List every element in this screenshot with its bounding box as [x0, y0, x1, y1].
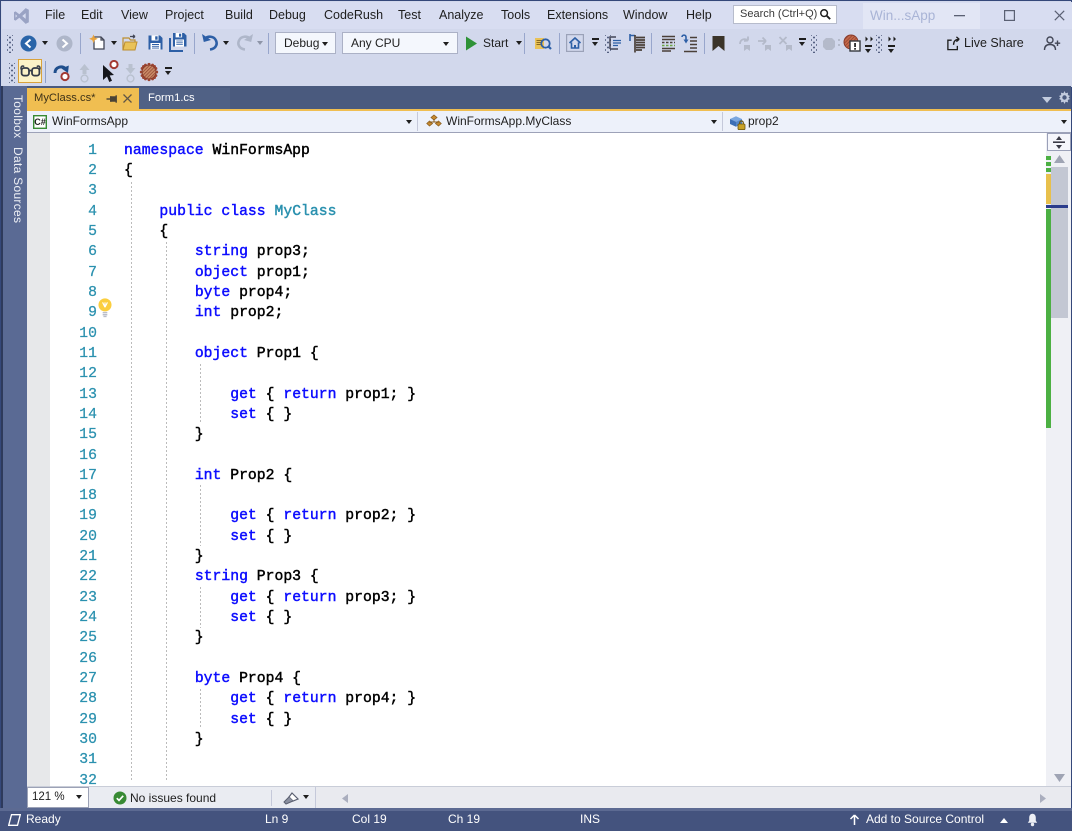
svg-text:C#: C# [34, 117, 46, 127]
